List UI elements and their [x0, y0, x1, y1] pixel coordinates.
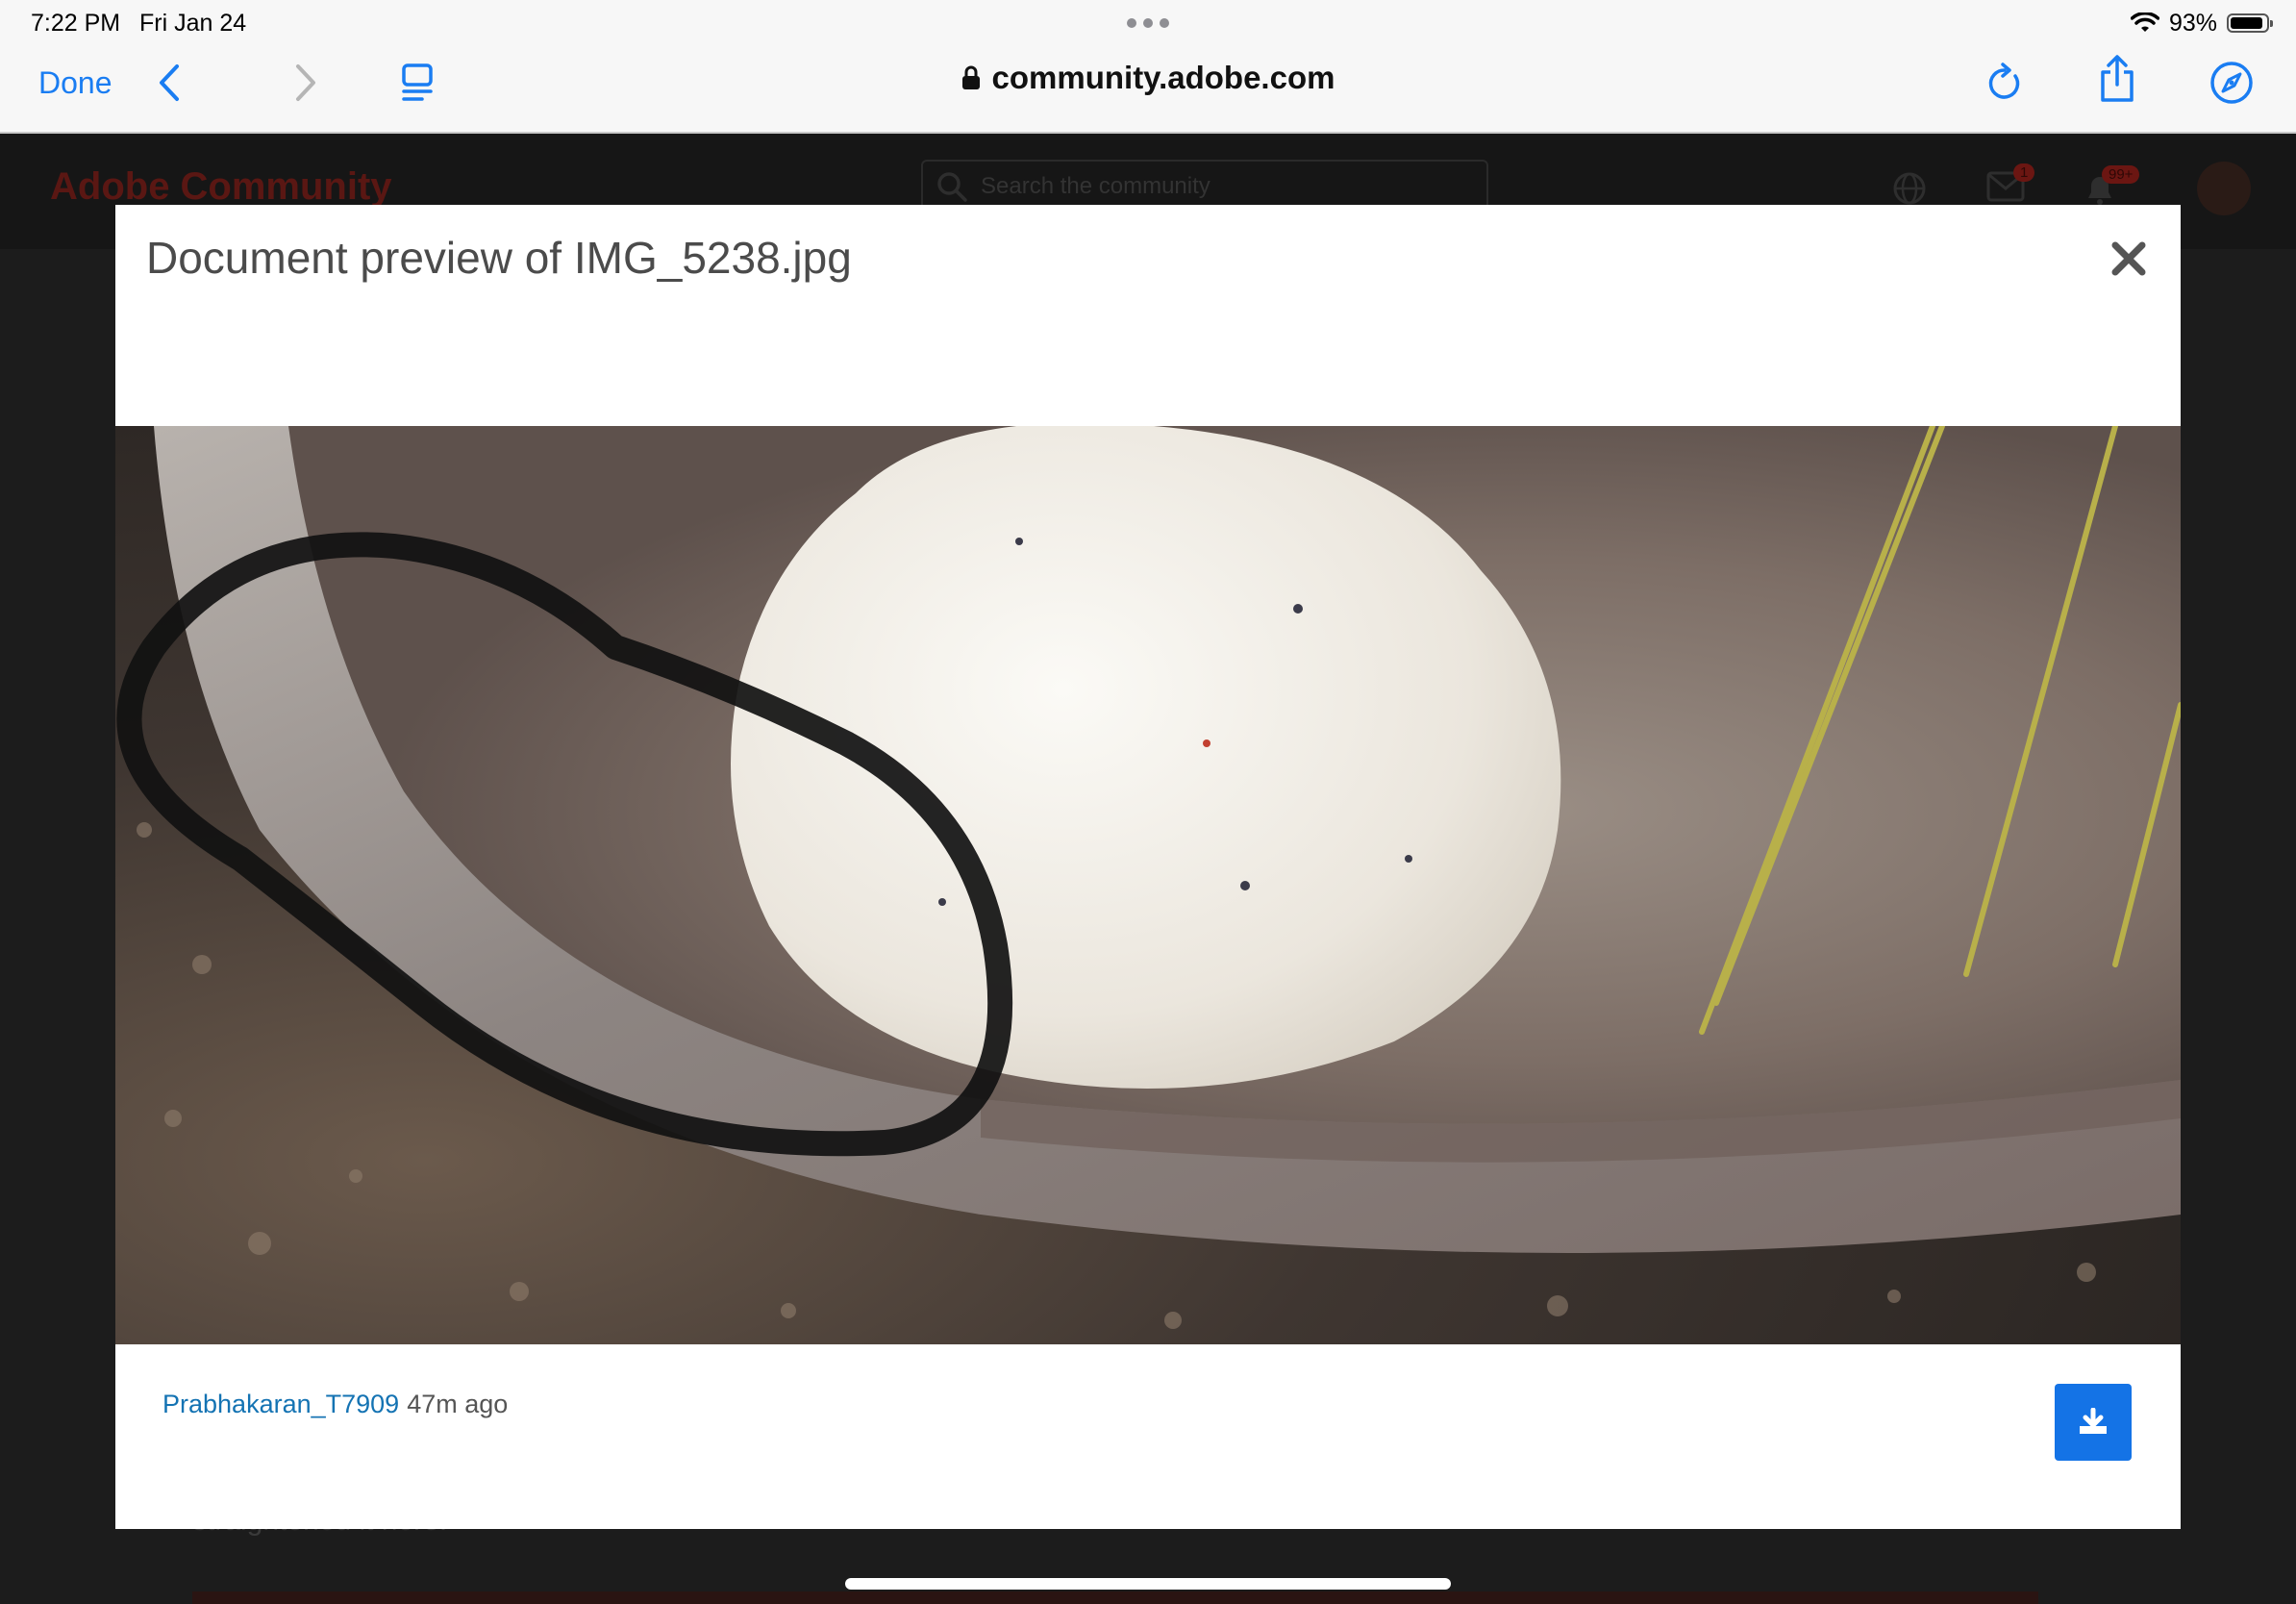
- document-preview-modal: Document preview of IMG_5238.jpg Prabhak…: [115, 205, 2181, 1529]
- search-placeholder: Search the community: [981, 173, 1210, 199]
- globe-icon: [1893, 172, 1926, 205]
- compass-icon: [2210, 62, 2253, 104]
- close-icon[interactable]: [2108, 238, 2150, 280]
- lock-icon: [961, 65, 980, 89]
- download-icon: [2080, 1408, 2107, 1434]
- search-icon: [937, 172, 967, 202]
- site-logo: Adobe Community: [50, 165, 392, 208]
- upload-meta: Prabhakaran_T7909 47m ago: [162, 1390, 508, 1419]
- address-bar[interactable]: community.adobe.com: [0, 60, 2296, 96]
- author-link[interactable]: Prabhakaran_T7909: [162, 1390, 399, 1418]
- home-indicator[interactable]: [845, 1578, 1451, 1590]
- preview-image: [115, 426, 2181, 1344]
- avatar: [2197, 162, 2251, 215]
- url-text[interactable]: community.adobe.com: [992, 60, 1335, 96]
- background-image-strip: [192, 1591, 2038, 1604]
- notification-badge: 99+: [2102, 165, 2140, 184]
- battery-icon: [2227, 13, 2273, 33]
- share-icon: [2101, 55, 2134, 102]
- reload-button[interactable]: [1984, 58, 2026, 108]
- multitasking-dots-icon[interactable]: [1127, 18, 1169, 28]
- bookmarks-button[interactable]: [2209, 58, 2255, 108]
- upload-time: 47m ago: [407, 1390, 509, 1418]
- share-button[interactable]: [2096, 54, 2138, 104]
- battery-percent: 93%: [2168, 9, 2217, 37]
- status-time: 7:22 PM: [31, 10, 121, 37]
- status-indicators: 93%: [2130, 8, 2273, 38]
- modal-title: Document preview of IMG_5238.jpg: [146, 233, 852, 283]
- browser-chrome: 7:22 PM Fri Jan 24 93% Done community.ad…: [0, 0, 2296, 134]
- download-button[interactable]: [2055, 1384, 2132, 1461]
- status-date: Fri Jan 24: [139, 10, 247, 37]
- mail-badge: 1: [2013, 163, 2035, 182]
- reload-icon: [1988, 63, 2020, 99]
- wifi-icon: [2130, 13, 2159, 32]
